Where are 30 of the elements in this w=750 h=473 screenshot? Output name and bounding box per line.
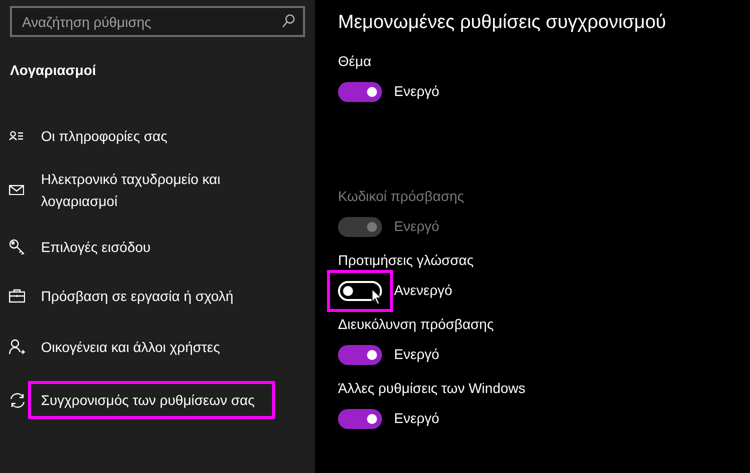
person-add-icon bbox=[9, 339, 25, 355]
sidebar-item[interactable]: Ηλεκτρονικό ταχυδρομείο και λογαριασμοί bbox=[41, 168, 241, 212]
toggle-switch[interactable] bbox=[338, 408, 382, 428]
setting-label: Διευκόλυνση πρόσβασης bbox=[338, 314, 495, 334]
search-icon bbox=[282, 14, 295, 28]
sidebar-item[interactable]: Συγχρονισμός των ρυθμίσεων σας bbox=[28, 381, 275, 419]
setting-label: Προτιμήσεις γλώσσας bbox=[338, 250, 475, 270]
toggle-state: Ενεργό bbox=[394, 217, 440, 236]
sidebar-item[interactable]: Οι πληροφορίες σας bbox=[41, 125, 241, 147]
person-list-icon bbox=[9, 131, 24, 141]
toggle-state: Ενεργό bbox=[394, 409, 440, 428]
key-icon bbox=[9, 239, 25, 255]
sidebar-item[interactable]: Επιλογές εισόδου bbox=[41, 236, 241, 258]
toggle-state: Ανενεργό bbox=[394, 281, 452, 300]
envelope-icon bbox=[9, 185, 24, 195]
cursor-icon bbox=[371, 288, 383, 306]
toggle-state: Ενεργό bbox=[394, 82, 440, 101]
section-heading: Λογαριασμοί bbox=[10, 61, 98, 80]
page-title: Μεμονωμένες ρυθμίσεις συγχρονισμού bbox=[338, 11, 668, 35]
sync-icon bbox=[9, 392, 26, 408]
search-field[interactable]: Αναζήτηση ρύθμισης bbox=[10, 6, 305, 37]
toggle-switch[interactable] bbox=[338, 82, 382, 102]
sidebar-item[interactable]: Πρόσβαση σε εργασία ή σχολή bbox=[41, 285, 241, 307]
setting-label: Άλλες ρυθμίσεις των Windows bbox=[338, 378, 526, 398]
toggle-switch[interactable] bbox=[338, 344, 382, 364]
setting-label: Θέμα bbox=[338, 52, 372, 71]
setting-label: Κωδικοί πρόσβασης bbox=[338, 186, 465, 206]
toggle-state: Ενεργό bbox=[394, 345, 440, 364]
briefcase-icon bbox=[9, 289, 25, 303]
sidebar-item[interactable]: Οικογένεια και άλλοι χρήστες bbox=[41, 336, 241, 358]
